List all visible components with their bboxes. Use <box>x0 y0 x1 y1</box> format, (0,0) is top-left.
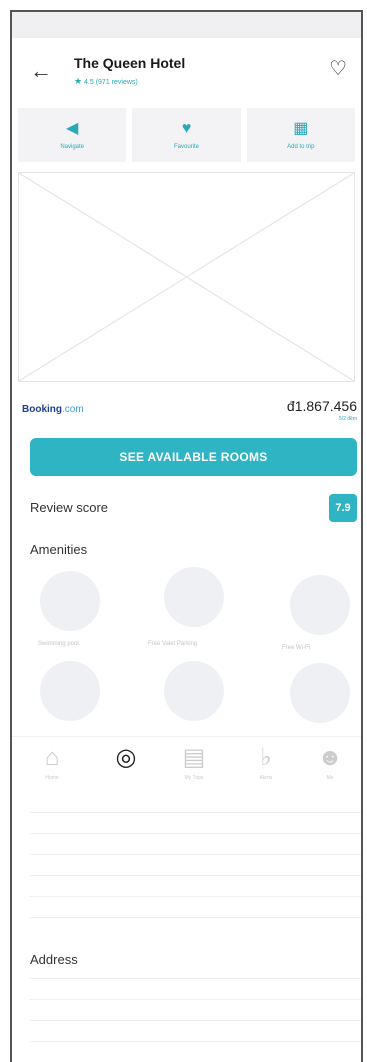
divider <box>30 978 361 979</box>
divider <box>30 999 361 1000</box>
divider <box>30 917 361 918</box>
amenity-label: Free Wi-Fi <box>282 645 310 651</box>
divider <box>30 833 361 834</box>
price-note: 5/2 đêm <box>338 416 357 422</box>
review-score-label: Review score <box>30 500 109 515</box>
navigate-icon: ◀ <box>66 120 79 137</box>
bell-icon: ♭ <box>260 744 272 771</box>
booking-logo[interactable]: Booking.com <box>22 404 84 415</box>
amenity-label: Free Valet Parking <box>148 641 198 647</box>
tab-label: Alerts <box>259 775 273 781</box>
address-lines <box>12 978 361 1042</box>
tab-label: Me <box>326 775 334 781</box>
hotel-photo-placeholder <box>18 172 355 382</box>
user-icon: ☻ <box>317 744 343 771</box>
rating-text: 4.5 (971 reviews) <box>84 79 138 86</box>
add-to-trip-button[interactable]: ▦ Add to trip <box>246 108 355 162</box>
amenity-label: Swimming pool <box>38 641 79 647</box>
tab-my-trips[interactable]: ▤ My Trips <box>172 743 216 781</box>
calendar-icon: ▦ <box>293 120 309 137</box>
divider <box>30 896 361 897</box>
amenity-icon-wifi <box>290 575 350 635</box>
see-available-rooms-button[interactable]: SEE AVAILABLE ROOMS <box>30 438 357 476</box>
amenities-grid: Swimming pool Free Valet Parking Free Wi… <box>12 557 361 723</box>
tab-home[interactable]: ⌂ Home <box>30 743 74 781</box>
review-score-badge: 7.9 <box>329 494 357 522</box>
back-arrow-icon[interactable]: ← <box>30 58 52 84</box>
details-lines <box>12 812 361 918</box>
trips-icon: ▤ <box>182 744 206 771</box>
tab-label: My Trips <box>184 775 204 781</box>
amenity-icon <box>40 661 100 721</box>
divider <box>30 812 361 813</box>
tab-label: Home <box>45 775 59 781</box>
review-row: Review score 7.9 <box>12 476 361 532</box>
booking-logo-suffix: .com <box>62 404 84 415</box>
tab-me[interactable]: ☻ Me <box>308 743 352 781</box>
divider <box>30 1041 361 1042</box>
star-icon: ★ <box>74 76 83 86</box>
amenity-icon <box>290 663 350 723</box>
rating: ★ 4.5 (971 reviews) <box>74 76 138 87</box>
home-icon: ⌂ <box>44 744 60 771</box>
favourite-button[interactable]: ♥ Favourite <box>132 108 241 162</box>
address-label: Address <box>30 952 78 967</box>
amenities-title: Amenities <box>30 542 88 557</box>
status-bar <box>12 12 361 38</box>
target-icon: ◎ <box>115 744 137 771</box>
tab-explore[interactable]: ◎ <box>104 743 148 773</box>
amenity-icon-parking <box>164 567 224 627</box>
add-to-trip-label: Add to trip <box>287 144 315 150</box>
navigate-button[interactable]: ◀ Navigate <box>18 108 127 162</box>
divider <box>30 875 361 876</box>
price: đ1.867.456 <box>286 398 357 414</box>
header: ← The Queen Hotel ★ 4.5 (971 reviews) ♡ <box>12 38 361 102</box>
price-row: Booking.com đ1.867.456 5/2 đêm <box>12 382 361 428</box>
image-placeholder-icon <box>19 173 354 381</box>
action-bar: ◀ Navigate ♥ Favourite ▦ Add to trip <box>12 108 361 162</box>
favourite-label: Favourite <box>173 144 199 150</box>
bottom-tab-bar: ⌂ Home ◎ ▤ My Trips ♭ Alerts ☻ Me <box>12 736 361 801</box>
heart-icon: ♥ <box>181 120 192 137</box>
navigate-label: Navigate <box>60 144 84 150</box>
amenity-icon <box>164 661 224 721</box>
divider <box>30 1020 361 1021</box>
phone-frame: ← The Queen Hotel ★ 4.5 (971 reviews) ♡ … <box>10 10 363 1062</box>
booking-logo-main: Booking <box>22 404 62 415</box>
heart-outline-icon[interactable]: ♡ <box>329 56 347 81</box>
amenity-icon-pool <box>40 571 100 631</box>
divider <box>30 854 361 855</box>
hotel-title: The Queen Hotel <box>74 55 186 71</box>
tab-alerts[interactable]: ♭ Alerts <box>244 743 288 781</box>
